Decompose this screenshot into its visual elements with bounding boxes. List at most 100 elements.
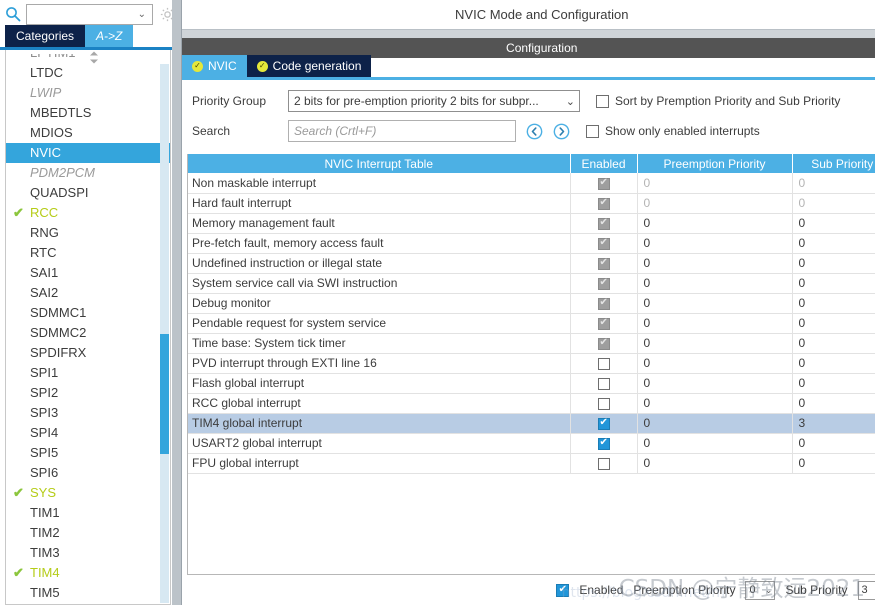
table-row[interactable]: Pendable request for system service 00 <box>188 313 875 334</box>
interrupt-enabled-cell[interactable] <box>570 273 638 294</box>
interrupt-preemption-priority[interactable]: 0 <box>637 253 793 274</box>
table-row[interactable]: Undefined instruction or illegal state 00 <box>188 253 875 274</box>
table-row[interactable]: Flash global interrupt 0 0 <box>188 373 875 394</box>
sidebar-item-tim5[interactable]: TIM5 <box>6 583 170 603</box>
interrupt-enabled-cell[interactable] <box>570 433 638 454</box>
interrupt-sub-priority[interactable]: 0 <box>792 313 875 334</box>
table-row[interactable]: Memory management fault 00 <box>188 213 875 234</box>
interrupt-search-input[interactable]: Search (Crtl+F) <box>288 120 516 142</box>
interrupt-sub-priority[interactable]: 0 <box>792 353 875 374</box>
interrupt-enabled-cell[interactable] <box>570 413 638 434</box>
scrollbar-thumb[interactable] <box>160 334 169 454</box>
interrupt-preemption-priority[interactable]: 0 <box>637 333 793 354</box>
interrupt-enabled-cell[interactable] <box>570 193 638 214</box>
sidebar-item-sdmmc1[interactable]: SDMMC1 <box>6 303 170 323</box>
interrupt-sub-priority[interactable]: 0 <box>792 373 875 394</box>
sidebar-item-spi5[interactable]: SPI5 <box>6 443 170 463</box>
interrupt-preemption-priority[interactable]: 0 <box>637 213 793 234</box>
interrupt-preemption-priority[interactable]: 0 <box>637 233 793 254</box>
table-row[interactable]: PVD interrupt through EXTI line 16 0 0 <box>188 353 875 374</box>
interrupt-enabled-cell[interactable] <box>570 293 638 314</box>
interrupt-preemption-priority[interactable]: 0 <box>637 393 793 414</box>
interrupt-enabled-checkbox[interactable] <box>597 377 610 390</box>
bottom-sub-select[interactable]: 3 ⌄ <box>857 580 875 600</box>
column-header-preemption[interactable]: Preemption Priority <box>637 154 793 173</box>
table-row[interactable]: Time base: System tick timer 00 <box>188 333 875 354</box>
bottom-enabled-checkbox[interactable] <box>556 583 570 597</box>
sidebar-item-tim1[interactable]: TIM1 <box>6 503 170 523</box>
sidebar-item-sdmmc2[interactable]: SDMMC2 <box>6 323 170 343</box>
interrupt-preemption-priority[interactable]: 0 <box>637 293 793 314</box>
interrupt-preemption-priority[interactable]: 0 <box>637 373 793 394</box>
interrupt-sub-priority[interactable]: 0 <box>792 433 875 454</box>
interrupt-preemption-priority[interactable]: 0 <box>637 413 793 434</box>
sidebar-item-pdm2pcm[interactable]: PDM2PCM <box>6 163 170 183</box>
interrupt-sub-priority[interactable]: 3 <box>792 413 875 434</box>
interrupt-sub-priority[interactable]: 0 <box>792 233 875 254</box>
table-row[interactable]: System service call via SWI instruction 0… <box>188 273 875 294</box>
interrupt-sub-priority[interactable]: 0 <box>792 253 875 274</box>
bottom-preemption-select[interactable]: 0 ⌄ <box>745 580 776 600</box>
tab-nvic[interactable]: ✓ NVIC <box>182 55 247 77</box>
tab-categories[interactable]: Categories <box>5 25 86 47</box>
table-row[interactable]: Hard fault interrupt 00 <box>188 193 875 214</box>
interrupt-preemption-priority[interactable]: 0 <box>637 273 793 294</box>
interrupt-enabled-cell[interactable] <box>570 313 638 334</box>
peripheral-list-scrollbar[interactable] <box>160 64 169 603</box>
interrupt-enabled-checkbox[interactable] <box>597 357 610 370</box>
sidebar-item-spi1[interactable]: SPI1 <box>6 363 170 383</box>
interrupt-enabled-cell[interactable] <box>570 453 638 474</box>
sidebar-item-spi6[interactable]: SPI6 <box>6 463 170 483</box>
interrupt-sub-priority[interactable]: 0 <box>792 293 875 314</box>
tab-a-to-z[interactable]: A->Z <box>85 25 134 47</box>
show-only-enabled-checkbox[interactable] <box>586 124 599 138</box>
table-row[interactable]: Debug monitor 00 <box>188 293 875 314</box>
interrupt-sub-priority[interactable]: 0 <box>792 453 875 474</box>
sidebar-item-spdifrx[interactable]: SPDIFRX <box>6 343 170 363</box>
table-row[interactable]: USART2 global interrupt 00 <box>188 433 875 454</box>
interrupt-sub-priority[interactable]: 0 <box>792 193 875 214</box>
interrupt-enabled-checkbox[interactable] <box>597 417 610 430</box>
column-header-sub[interactable]: Sub Priority <box>792 154 875 173</box>
sidebar-item-tim3[interactable]: TIM3 <box>6 543 170 563</box>
interrupt-preemption-priority[interactable]: 0 <box>637 313 793 334</box>
sidebar-item-quadspi[interactable]: QUADSPI <box>6 183 170 203</box>
interrupt-enabled-cell[interactable] <box>570 173 638 194</box>
sort-by-priority-checkbox[interactable] <box>596 94 609 108</box>
sort-by-priority-row[interactable]: Sort by Premption Priority and Sub Prior… <box>596 94 840 108</box>
interrupt-enabled-cell[interactable] <box>570 233 638 254</box>
interrupt-preemption-priority[interactable]: 0 <box>637 453 793 474</box>
peripheral-search-combobox[interactable]: ⌄ <box>26 3 153 25</box>
sidebar-item-rtc[interactable]: RTC <box>6 243 170 263</box>
interrupt-enabled-checkbox[interactable] <box>597 437 610 450</box>
sidebar-item-tim4[interactable]: ✔ TIM4 <box>6 563 170 583</box>
interrupt-sub-priority[interactable]: 0 <box>792 273 875 294</box>
interrupt-enabled-cell[interactable] <box>570 333 638 354</box>
interrupt-enabled-checkbox[interactable] <box>597 457 610 470</box>
table-row[interactable]: Non maskable interrupt 00 <box>188 173 875 194</box>
priority-group-select[interactable]: 2 bits for pre-emption priority 2 bits f… <box>288 90 580 112</box>
interrupt-preemption-priority[interactable]: 0 <box>637 193 793 214</box>
sidebar-item-lwip[interactable]: LWIP <box>6 83 170 103</box>
interrupt-sub-priority[interactable]: 0 <box>792 333 875 354</box>
sidebar-item-sai2[interactable]: SAI2 <box>6 283 170 303</box>
show-only-enabled-row[interactable]: Show only enabled interrupts <box>586 124 760 138</box>
sidebar-item-spi4[interactable]: SPI4 <box>6 423 170 443</box>
interrupt-preemption-priority[interactable]: 0 <box>637 173 793 194</box>
chevron-right-circle-icon[interactable] <box>553 123 570 140</box>
interrupt-sub-priority[interactable]: 0 <box>792 213 875 234</box>
interrupt-enabled-cell[interactable] <box>570 393 638 414</box>
column-header-enabled[interactable]: Enabled <box>570 154 638 173</box>
sidebar-item-tim6[interactable]: TIM6 <box>6 603 170 604</box>
column-header-name[interactable]: NVIC Interrupt Table <box>188 154 571 173</box>
interrupt-preemption-priority[interactable]: 0 <box>637 433 793 454</box>
sidebar-item-nvic[interactable]: NVIC <box>6 143 170 163</box>
table-row[interactable]: RCC global interrupt 0 0 <box>188 393 875 414</box>
sidebar-item-rng[interactable]: RNG <box>6 223 170 243</box>
table-row[interactable]: Pre-fetch fault, memory access fault 00 <box>188 233 875 254</box>
sidebar-item-sai1[interactable]: SAI1 <box>6 263 170 283</box>
interrupt-enabled-cell[interactable] <box>570 353 638 374</box>
interrupt-preemption-priority[interactable]: 0 <box>637 353 793 374</box>
interrupt-enabled-checkbox[interactable] <box>597 397 610 410</box>
interrupt-enabled-cell[interactable] <box>570 373 638 394</box>
